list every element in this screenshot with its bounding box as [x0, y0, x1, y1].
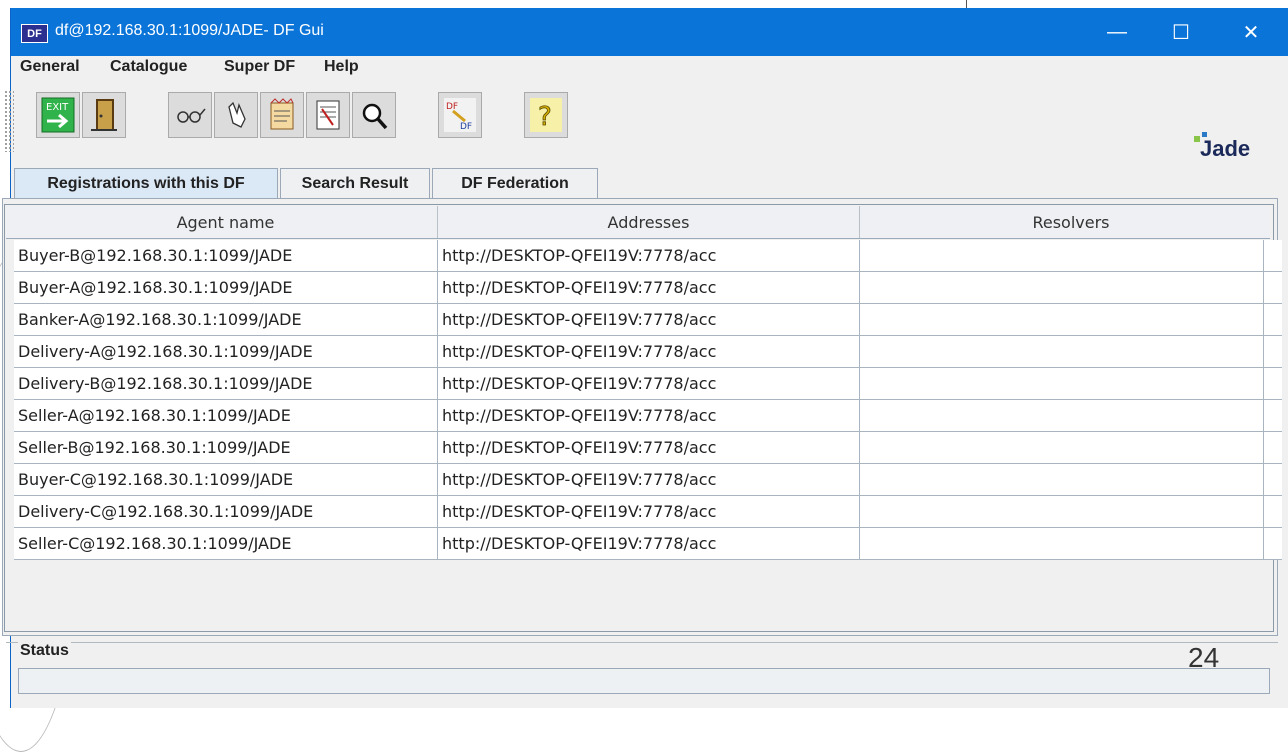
cell-resolvers[interactable] — [860, 464, 1264, 495]
table-row[interactable]: Buyer-C@192.168.30.1:1099/JADE http://DES… — [14, 464, 1282, 496]
cell-resolvers[interactable] — [860, 368, 1264, 399]
cell-resolvers[interactable] — [860, 336, 1264, 367]
cell-agent-name[interactable]: Delivery-C@192.168.30.1:1099/JADE — [14, 496, 438, 527]
app-icon: DF — [21, 24, 48, 43]
cell-address[interactable]: http://DESKTOP-QFEI19V:7778/acc — [438, 336, 860, 367]
door-icon — [91, 99, 117, 131]
close-button[interactable]: ✕ — [1221, 8, 1281, 56]
menu-general[interactable]: General — [20, 58, 80, 76]
cell-address[interactable]: http://DESKTOP-QFEI19V:7778/acc — [438, 528, 860, 559]
cell-agent-name[interactable]: Buyer-B@192.168.30.1:1099/JADE — [14, 240, 438, 271]
svg-text:DF: DF — [460, 122, 472, 132]
cell-address[interactable]: http://DESKTOP-QFEI19V:7778/acc — [438, 400, 860, 431]
federate-button[interactable]: DF DF — [438, 92, 482, 138]
cell-address[interactable]: http://DESKTOP-QFEI19V:7778/acc — [438, 432, 860, 463]
cell-resolvers[interactable] — [860, 496, 1264, 527]
svg-text:Jade: Jade — [1200, 136, 1250, 160]
menu-catalogue[interactable]: Catalogue — [110, 58, 187, 76]
document-icon — [270, 98, 294, 130]
column-header-resolvers[interactable]: Resolvers — [860, 206, 1282, 238]
toolbar-grip[interactable] — [4, 90, 14, 152]
table-row[interactable]: Buyer-A@192.168.30.1:1099/JADE http://DES… — [14, 272, 1282, 304]
cell-address[interactable]: http://DESKTOP-QFEI19V:7778/acc — [438, 368, 860, 399]
table-row[interactable]: Seller-C@192.168.30.1:1099/JADE http://DE… — [14, 528, 1282, 560]
table-row[interactable]: Delivery-B@192.168.30.1:1099/JADE http://… — [14, 368, 1282, 400]
cell-agent-name[interactable]: Buyer-C@192.168.30.1:1099/JADE — [14, 464, 438, 495]
tab-df-federation[interactable]: DF Federation — [432, 168, 598, 198]
column-header-agent-name[interactable]: Agent name — [14, 206, 438, 238]
cell-address[interactable]: http://DESKTOP-QFEI19V:7778/acc — [438, 272, 860, 303]
title-bar: DF df@192.168.30.1:1099/JADE- DF Gui — ☐… — [11, 8, 1288, 56]
help-icon: ? — [530, 98, 562, 132]
glasses-icon — [177, 108, 206, 123]
svg-text:DF: DF — [446, 102, 458, 112]
view-button[interactable] — [168, 92, 212, 138]
status-field — [18, 668, 1270, 694]
register-button[interactable] — [260, 92, 304, 138]
cell-address[interactable]: http://DESKTOP-QFEI19V:7778/acc — [438, 496, 860, 527]
column-header-addresses[interactable]: Addresses — [438, 206, 860, 238]
cell-agent-name[interactable]: Seller-C@192.168.30.1:1099/JADE — [14, 528, 438, 559]
help-button[interactable]: ? — [524, 92, 568, 138]
cell-resolvers[interactable] — [860, 304, 1264, 335]
df-federate-icon: DFDF — [444, 98, 476, 132]
search-list-button[interactable] — [306, 92, 350, 138]
tab-search-result[interactable]: Search Result — [280, 168, 430, 198]
cell-resolvers[interactable] — [860, 432, 1264, 463]
status-label: Status — [18, 642, 71, 660]
deregister-button[interactable] — [82, 92, 126, 138]
table-row[interactable]: Buyer-B@192.168.30.1:1099/JADE http://DES… — [14, 240, 1282, 272]
cell-agent-name[interactable]: Seller-A@192.168.30.1:1099/JADE — [14, 400, 438, 431]
cell-resolvers[interactable] — [860, 272, 1264, 303]
menu-super-df[interactable]: Super DF — [224, 58, 295, 76]
search-button[interactable] — [352, 92, 396, 138]
table-row[interactable]: Seller-B@192.168.30.1:1099/JADE http://DE… — [14, 432, 1282, 464]
cell-resolvers[interactable] — [860, 528, 1264, 559]
svg-text:EXIT: EXIT — [46, 102, 69, 113]
search-icon — [362, 103, 388, 130]
cell-resolvers[interactable] — [860, 400, 1264, 431]
jade-logo: Jade — [1194, 130, 1278, 161]
cell-agent-name[interactable]: Banker-A@192.168.30.1:1099/JADE — [14, 304, 438, 335]
table-row[interactable]: Delivery-C@192.168.30.1:1099/JADE http://… — [14, 496, 1282, 528]
cell-address[interactable]: http://DESKTOP-QFEI19V:7778/acc — [438, 240, 860, 271]
background-line — [966, 0, 967, 8]
cell-resolvers[interactable] — [860, 240, 1264, 271]
table-row[interactable]: Delivery-A@192.168.30.1:1099/JADE http://… — [14, 336, 1282, 368]
cell-agent-name[interactable]: Buyer-A@192.168.30.1:1099/JADE — [14, 272, 438, 303]
maximize-button[interactable]: ☐ — [1151, 8, 1211, 56]
tab-registrations[interactable]: Registrations with this DF — [14, 168, 278, 198]
table-row[interactable]: Seller-A@192.168.30.1:1099/JADE http://DE… — [14, 400, 1282, 432]
svg-text:?: ? — [538, 102, 552, 132]
cell-agent-name[interactable]: Delivery-A@192.168.30.1:1099/JADE — [14, 336, 438, 367]
cell-agent-name[interactable]: Seller-B@192.168.30.1:1099/JADE — [14, 432, 438, 463]
cell-agent-name[interactable]: Delivery-B@192.168.30.1:1099/JADE — [14, 368, 438, 399]
list-icon — [316, 100, 340, 130]
cell-address[interactable]: http://DESKTOP-QFEI19V:7778/acc — [438, 304, 860, 335]
cell-address[interactable]: http://DESKTOP-QFEI19V:7778/acc — [438, 464, 860, 495]
minimize-button[interactable]: — — [1087, 8, 1147, 56]
exit-button[interactable]: EXIT — [36, 92, 80, 138]
page-number: 24 — [1188, 642, 1220, 673]
hand-icon — [228, 101, 246, 128]
menu-help[interactable]: Help — [324, 58, 359, 76]
table-row[interactable]: Banker-A@192.168.30.1:1099/JADE http://DE… — [14, 304, 1282, 336]
window-title: df@192.168.30.1:1099/JADE- DF Gui — [55, 22, 324, 39]
modify-button[interactable] — [214, 92, 258, 138]
exit-icon: EXIT — [41, 97, 75, 133]
